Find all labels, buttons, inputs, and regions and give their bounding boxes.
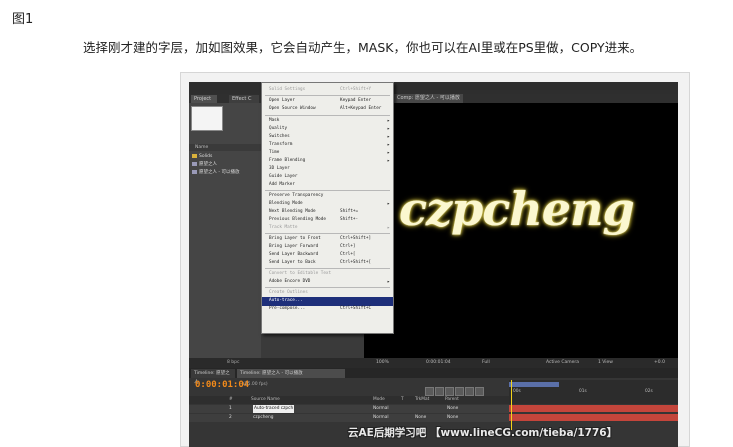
parent-select[interactable]: None (447, 405, 458, 413)
glowing-text-layer: czpcheng (399, 182, 635, 236)
column-t[interactable]: T (401, 396, 404, 404)
menu-item-adobe-encore-dvd[interactable]: Adobe Encore DVD ▸ (262, 278, 393, 287)
composition-icon (192, 161, 197, 166)
menu-separator (265, 268, 390, 269)
ae-screenshot: Project Effect C Name Solids 愿望之人 愿望之人 -… (189, 82, 678, 447)
parent-select[interactable]: None (447, 414, 458, 422)
figure-label: 图1 (12, 12, 34, 27)
watermark: 云AE后期学习吧 【www.lineCG.com/tieba/1776】 (348, 427, 618, 439)
column-number: # (229, 397, 233, 402)
menu-item-send-to-back[interactable]: Send Layer to Back Ctrl+Shift+[ (262, 259, 393, 268)
project-panel: Project Effect C Name Solids 愿望之人 愿望之人 -… (189, 94, 261, 364)
shy-layers-button[interactable] (445, 387, 454, 396)
frame-blending-button[interactable] (455, 387, 464, 396)
layer-context-menu: Solid Settings Ctrl+Shift+Y Open Layer Key… (261, 82, 394, 334)
project-item-folder[interactable]: Solids (192, 153, 212, 160)
project-item-comp[interactable]: 愿望之人 - 可以播放 (192, 169, 239, 176)
tab-timeline-2[interactable]: Timeline: 愿望之人 - 可以播放 (237, 369, 345, 378)
timeline-switch-buttons (425, 381, 505, 396)
project-thumbnail (191, 106, 223, 131)
menu-item-open-source-window[interactable]: Open Source Window Alt+Keypad Enter (262, 105, 393, 114)
zoom-level[interactable]: 100% (376, 358, 389, 368)
menu-item-track-matte[interactable]: Track Matte ▸ (262, 224, 393, 233)
submenu-arrow-icon: ▸ (386, 225, 390, 231)
layer-name[interactable]: Auto-traced czpch (253, 405, 295, 413)
graph-editor-button[interactable] (475, 387, 484, 396)
menu-item-add-marker[interactable]: Add Marker (262, 181, 393, 190)
layer-duration-bar[interactable] (509, 405, 678, 412)
folder-icon (192, 153, 197, 158)
project-status-bar: 8 bpc (189, 358, 364, 368)
bpc-label[interactable]: 8 bpc (227, 358, 239, 368)
exposure-value[interactable]: +0.0 (654, 358, 665, 368)
composition-icon (192, 169, 197, 174)
ruler-mark: 02s (645, 389, 653, 394)
submenu-arrow-icon: ▸ (386, 279, 390, 285)
view-layout-select[interactable]: 1 View (598, 358, 613, 368)
project-column-name[interactable]: Name (189, 144, 261, 151)
frame-rate-label: (25.00 fps) (243, 382, 268, 387)
layer-row[interactable]: 2 czpcheng Normal None None (189, 414, 509, 422)
project-tabs: Project Effect C (189, 94, 261, 103)
column-trkmat[interactable]: TrkMat (415, 396, 429, 404)
layer-row[interactable]: 1 Auto-traced czpch Normal None (189, 405, 509, 413)
menu-separator (265, 115, 390, 116)
menu-separator (265, 233, 390, 234)
project-item-comp[interactable]: 愿望之人 (192, 161, 217, 168)
menu-item-solid-settings[interactable]: Solid Settings Ctrl+Shift+Y (262, 86, 393, 95)
menu-separator (265, 190, 390, 191)
viewer-status-bar: 100% 0:00:01:04 Full Active Camera 1 Vie… (364, 358, 678, 368)
draft-3d-button[interactable] (435, 387, 444, 396)
tab-timeline-1[interactable]: Timeline: 愿望之人 (191, 369, 235, 385)
tab-project[interactable]: Project (191, 95, 217, 103)
layer-name[interactable]: czpcheng (253, 414, 274, 422)
menu-separator (265, 287, 390, 288)
column-source-name[interactable]: Source Name (251, 396, 280, 404)
tab-effect-controls[interactable]: Effect C (229, 95, 259, 103)
current-time-display[interactable]: 0:00:01:04 (195, 380, 249, 390)
tab-composition[interactable]: Comp: 愿望之人 - 可以播放 (394, 94, 463, 103)
column-mode[interactable]: Mode (373, 396, 385, 404)
menu-separator (265, 95, 390, 96)
work-area-bar[interactable] (509, 382, 559, 387)
camera-select[interactable]: Active Camera (546, 358, 579, 368)
ruler-mark: 00s (513, 389, 521, 394)
caption-text: 选择刚才建的字层，加如图效果，它会自动产生，MASK，你也可以在AI里或在PS里… (83, 40, 643, 55)
motion-blur-button[interactable] (465, 387, 474, 396)
comp-flowchart-button[interactable] (425, 387, 434, 396)
current-time-indicator[interactable] (511, 380, 512, 430)
resolution-select[interactable]: Full (482, 358, 490, 368)
mode-select[interactable]: Normal (373, 414, 389, 422)
column-parent[interactable]: Parent (445, 396, 459, 404)
trkmat-select[interactable]: None (415, 414, 426, 422)
viewer-tab-bar: Comp: 愿望之人 - 可以播放 (364, 94, 678, 103)
menu-item-pre-compose[interactable]: Pre-compose... Ctrl+Shift+C (262, 305, 393, 314)
layer-column-headers: # Source Name Mode T TrkMat Parent (189, 396, 509, 404)
layer-duration-bar[interactable] (509, 414, 678, 421)
timeline-tabs: Timeline: 愿望之人 Timeline: 愿望之人 - 可以播放 (189, 368, 678, 385)
mode-select[interactable]: Normal (373, 405, 389, 413)
ruler-mark: 01s (579, 389, 587, 394)
viewer-timecode[interactable]: 0:00:01:04 (426, 358, 451, 368)
